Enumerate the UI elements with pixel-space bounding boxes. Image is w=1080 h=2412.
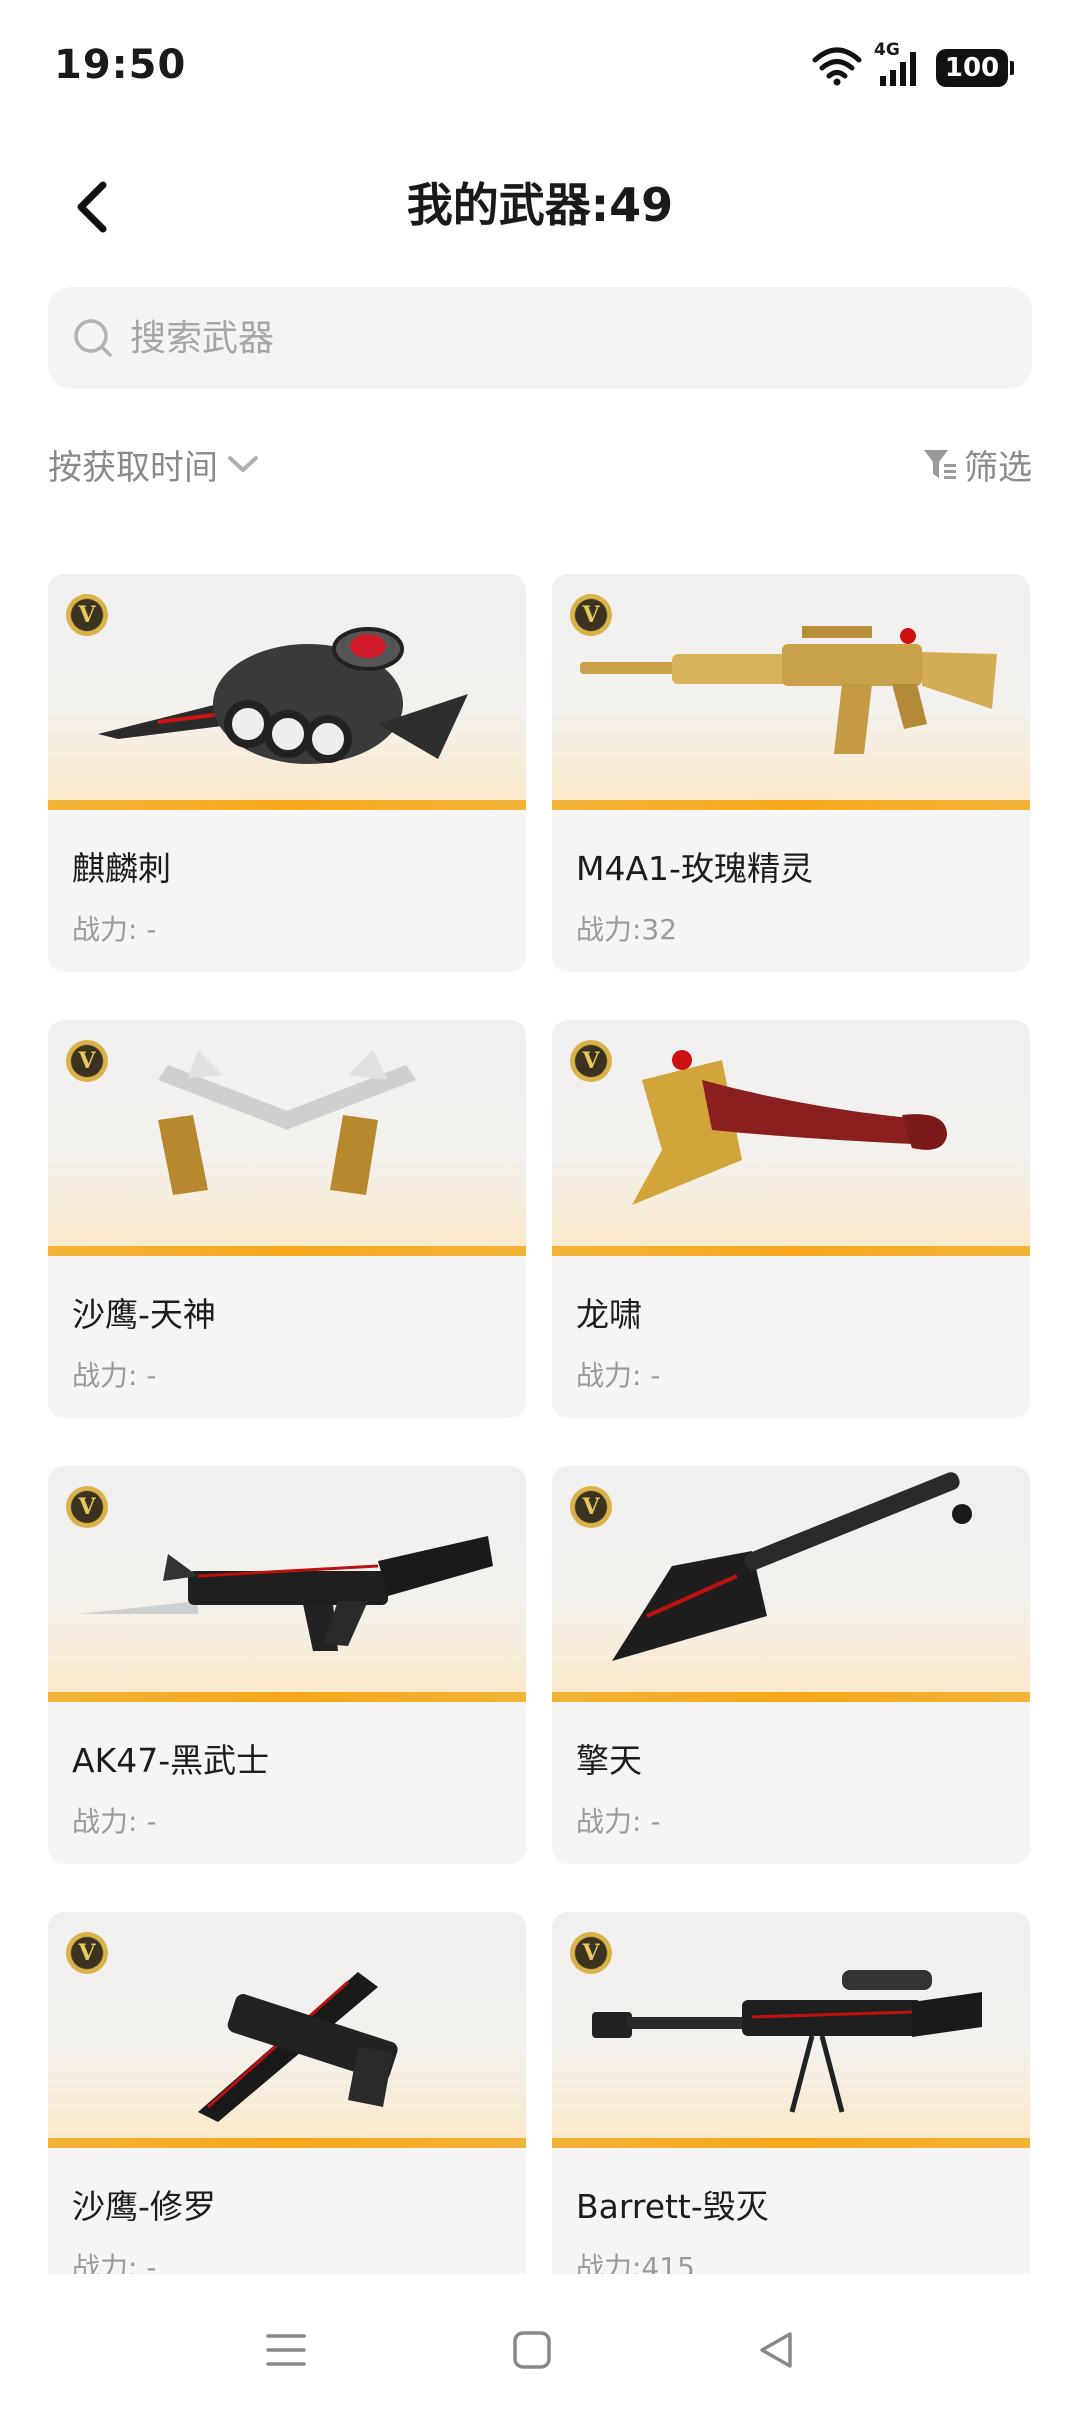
battery-level: 100 [944,53,1000,83]
status-bar: 19:50 4G 100 [0,0,1080,140]
filter-icon [922,446,958,482]
vip-badge: V [66,1040,108,1082]
sort-filter-bar: 按获取时间 筛选 [48,432,1032,496]
search-input[interactable] [130,317,990,359]
page-title: 我的武器:49 [406,178,674,232]
search-icon [70,315,116,361]
weapon-image: V [48,574,526,810]
weapon-name: 龙啸 [576,1295,642,1334]
filter-label: 筛选 [964,447,1032,488]
vip-badge: V [570,1486,612,1528]
weapon-name: M4A1-玫瑰精灵 [576,849,813,888]
weapon-image: V [48,1912,526,2148]
weapon-power: 战力: - [72,1359,157,1392]
chevron-down-icon [226,453,260,475]
vip-badge: V [570,1932,612,1974]
dual-pistols-image [158,1050,416,1195]
weapon-power: 战力:32 [576,913,678,946]
vip-badge: V [570,1040,612,1082]
knuckle-blade-image [98,627,468,764]
weapon-name: 沙鹰-天神 [72,1295,216,1334]
home-button[interactable] [502,2320,562,2380]
weapon-card[interactable]: V M4A1-玫瑰精灵 战力:32 [552,574,1030,972]
menu-icon [266,2334,306,2366]
battery-indicator: 100 [936,49,1014,87]
wifi-icon [812,46,862,90]
vip-badge: V [66,1932,108,1974]
sort-dropdown[interactable]: 按获取时间 [48,432,260,496]
weapon-power: 战力: - [72,1805,157,1838]
weapon-card[interactable]: V 沙鹰-修罗 战力: - [48,1912,526,2274]
page-header: 我的武器:49 [0,150,1080,260]
weapon-name: Barrett-毁灭 [576,2187,769,2226]
dark-pistol-image [198,1972,398,2122]
weapon-image: V [48,1466,526,1702]
weapon-name: AK47-黑武士 [72,1741,270,1780]
weapon-image: V [552,574,1030,810]
weapon-card[interactable]: V 麒麟刺 战力: - [48,574,526,972]
golden-axe-image [632,1050,947,1205]
weapon-card[interactable]: V AK47-黑武士 战力: - [48,1466,526,1864]
weapon-image: V [48,1020,526,1256]
weapon-card[interactable]: V Barrett-毁灭 战力:415 [552,1912,1030,2274]
weapon-power: 战力: - [576,1359,661,1392]
weapon-name: 擎天 [576,1741,642,1780]
weapon-card[interactable]: V 龙啸 战力: - [552,1020,1030,1418]
weapon-power: 战力: - [576,1805,661,1838]
weapon-image: V [552,1466,1030,1702]
dark-rifle-image [78,1536,493,1651]
weapon-name: 麒麟刺 [72,849,171,888]
weapon-grid: V 麒麟刺 战力: - V M4A1-玫瑰精灵 战力:32 V 沙鹰-天神 战力… [48,574,1032,2274]
weapon-name: 沙鹰-修罗 [72,2187,216,2226]
weapon-card[interactable]: V 沙鹰-天神 战力: - [48,1020,526,1418]
status-icons: 4G 100 [812,40,1014,90]
square-icon [513,2331,551,2369]
weapon-power: 战力: - [72,2251,157,2274]
sort-label: 按获取时间 [48,447,218,488]
search-bar[interactable] [48,287,1032,389]
weapon-card[interactable]: V 擎天 战力: - [552,1466,1030,1864]
network-type-label: 4G [874,40,900,60]
vip-badge: V [570,594,612,636]
back-nav-button[interactable] [746,2320,806,2380]
status-time: 19:50 [54,42,187,88]
vip-badge: V [66,594,108,636]
rifle-gold-image [580,626,997,754]
weapon-power: 战力: - [72,913,157,946]
weapon-image: V [552,1020,1030,1256]
sniper-rifle-image [592,1970,982,2113]
system-nav-bar [0,2282,1080,2412]
weapon-image: V [552,1912,1030,2148]
weapon-power: 战力:415 [576,2251,695,2274]
menu-button[interactable] [256,2320,316,2380]
dark-shovel-image [612,1472,972,1661]
triangle-back-icon [760,2332,792,2368]
cellular-signal-icon: 4G [874,40,922,88]
filter-button[interactable]: 筛选 [922,432,1032,496]
vip-badge: V [66,1486,108,1528]
